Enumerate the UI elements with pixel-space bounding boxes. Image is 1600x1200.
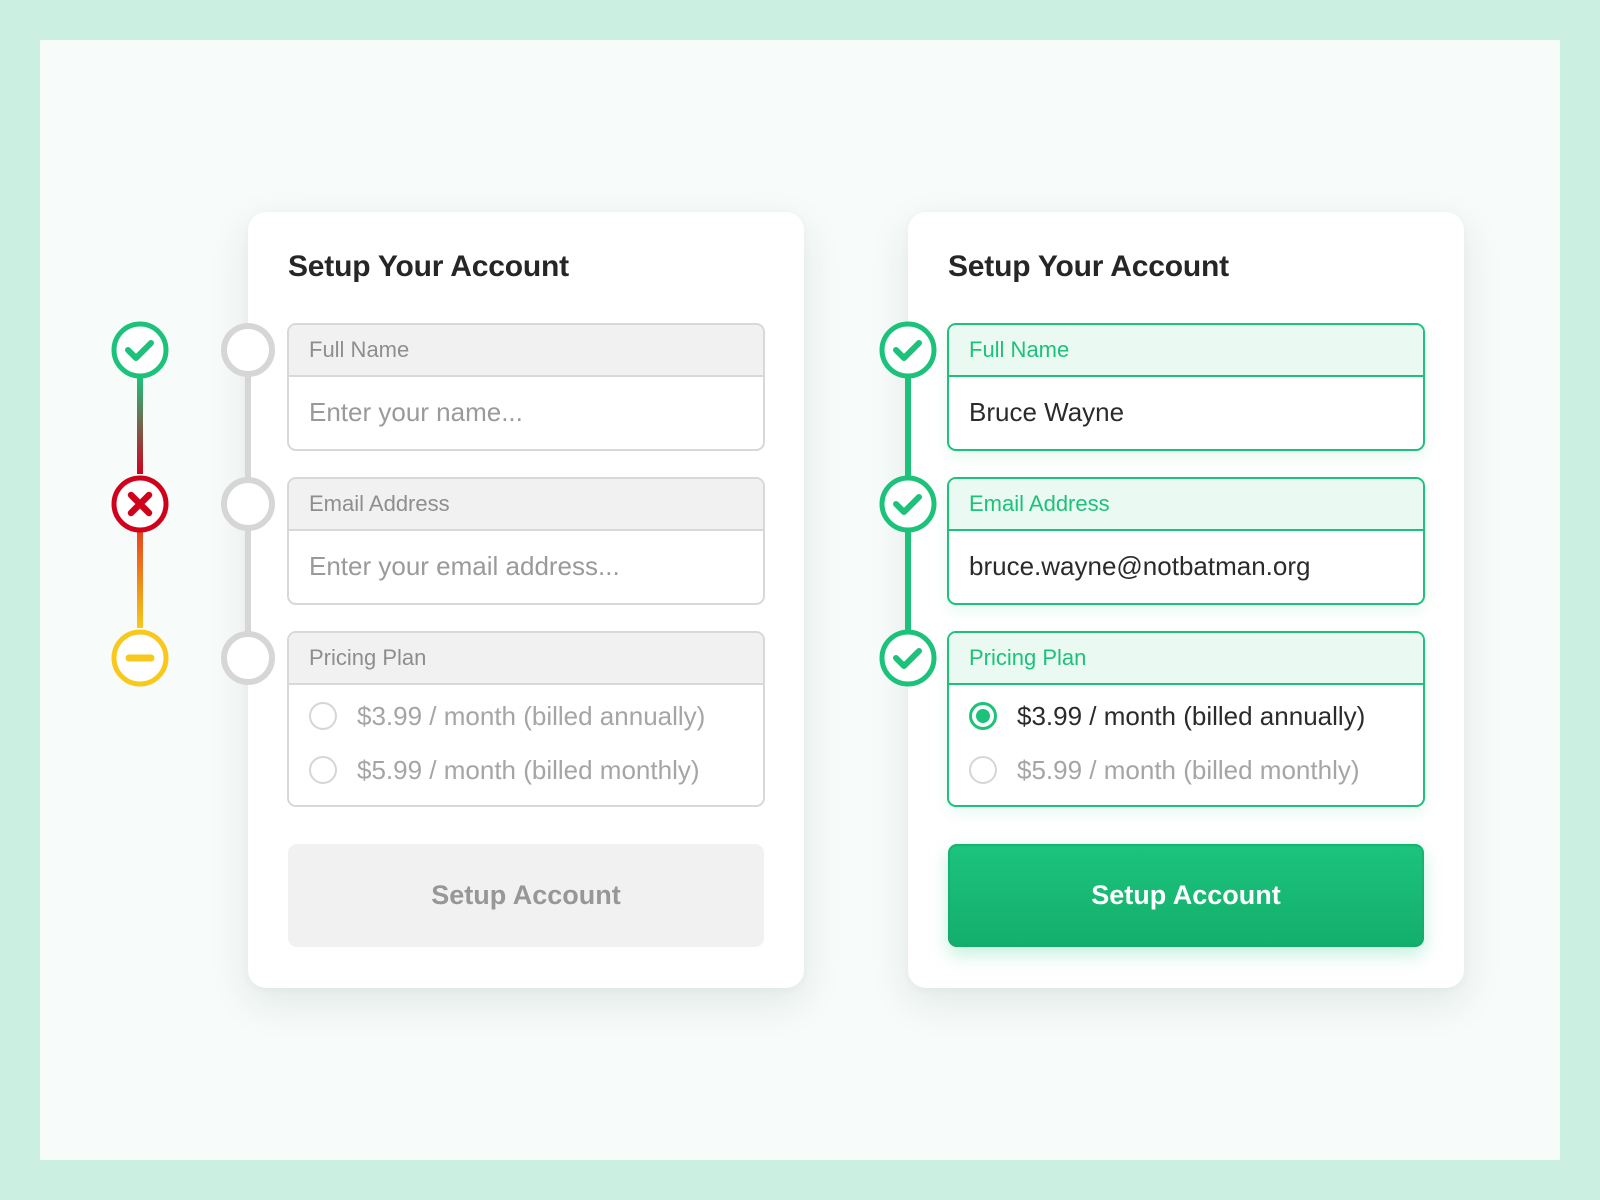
email-label: Email Address	[949, 479, 1423, 531]
pricing-plan-field: Pricing Plan $3.99 / month (billed annua…	[287, 631, 765, 807]
pricing-option-monthly[interactable]: $5.99 / month (billed monthly)	[309, 743, 763, 797]
full-name-label: Full Name	[289, 325, 763, 377]
pricing-plan-label: Pricing Plan	[289, 633, 763, 685]
email-input[interactable]	[969, 531, 1423, 601]
email-label: Email Address	[289, 479, 763, 531]
radio-button[interactable]	[309, 702, 337, 730]
pricing-option-label: $5.99 / month (billed monthly)	[1017, 755, 1360, 785]
radio-button[interactable]	[309, 756, 337, 784]
pricing-plan-field: Pricing Plan $3.99 / month (billed annua…	[947, 631, 1425, 807]
setup-card-empty: Setup Your Account Full Name Email Addre…	[248, 212, 804, 988]
setup-account-button[interactable]: Setup Account	[288, 844, 764, 947]
email-field: Email Address	[287, 477, 765, 605]
full-name-field: Full Name	[947, 323, 1425, 451]
setup-account-button[interactable]: Setup Account	[948, 844, 1424, 947]
card-title: Setup Your Account	[948, 250, 1229, 283]
email-field: Email Address	[947, 477, 1425, 605]
setup-card-complete: Setup Your Account Full Name Email Addre…	[908, 212, 1464, 988]
full-name-input[interactable]	[309, 377, 763, 447]
pricing-option-monthly[interactable]: $5.99 / month (billed monthly)	[969, 743, 1423, 797]
card-title: Setup Your Account	[288, 250, 569, 283]
full-name-input[interactable]	[969, 377, 1423, 447]
full-name-label: Full Name	[949, 325, 1423, 377]
email-input[interactable]	[309, 531, 763, 601]
pricing-option-label: $5.99 / month (billed monthly)	[357, 755, 700, 785]
full-name-field: Full Name	[287, 323, 765, 451]
radio-button-checked[interactable]	[969, 702, 997, 730]
pricing-plan-label: Pricing Plan	[949, 633, 1423, 685]
radio-button[interactable]	[969, 756, 997, 784]
